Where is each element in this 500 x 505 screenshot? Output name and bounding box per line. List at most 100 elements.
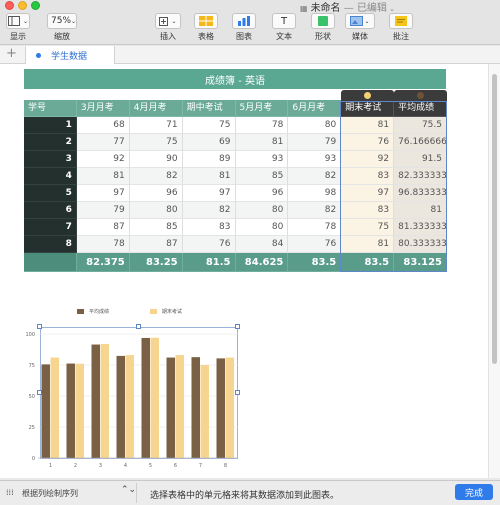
insert-button[interactable]: ⌄ 插入 bbox=[155, 13, 181, 42]
x-tick-label: 7 bbox=[199, 463, 202, 469]
table-cell[interactable]: 80 bbox=[129, 202, 183, 219]
table-cell[interactable]: 79 bbox=[288, 134, 342, 151]
tab-sheet-1[interactable]: 学生数据 bbox=[25, 46, 115, 64]
bar-final bbox=[150, 337, 159, 458]
table-cell[interactable]: 81 bbox=[76, 168, 130, 185]
column-header[interactable]: 5月月考 bbox=[235, 100, 289, 117]
table-cell[interactable]: 78 bbox=[235, 117, 289, 134]
sidebar-icon[interactable]: ⌄ bbox=[6, 13, 30, 29]
table-cell[interactable]: 89 bbox=[182, 151, 236, 168]
table-button[interactable]: 表格 bbox=[194, 13, 218, 42]
column-header[interactable]: 4月月考 bbox=[129, 100, 183, 117]
zoom-window-button[interactable] bbox=[31, 1, 40, 10]
bar-final bbox=[100, 343, 109, 458]
series-mode-label[interactable]: 根据列绘制序列 bbox=[22, 488, 78, 499]
footer-cell[interactable]: 83.25 bbox=[129, 253, 183, 272]
table-cell[interactable]: 81 bbox=[235, 134, 289, 151]
table-cell[interactable]: 76 bbox=[182, 236, 236, 253]
footer-cell[interactable]: 81.5 bbox=[182, 253, 236, 272]
table-cell[interactable]: 90 bbox=[129, 151, 183, 168]
table-cell[interactable]: 78 bbox=[288, 219, 342, 236]
comment-icon bbox=[389, 13, 413, 29]
zoom-control[interactable]: 75% ⌄ 缩放 bbox=[47, 13, 77, 42]
zoom-select[interactable]: 75% ⌄ bbox=[47, 13, 77, 29]
table-cell[interactable]: 87 bbox=[129, 236, 183, 253]
row-header-cell[interactable]: 1 bbox=[24, 117, 77, 134]
table-cell[interactable]: 93 bbox=[235, 151, 289, 168]
row-header-cell[interactable]: 5 bbox=[24, 185, 77, 202]
column-handle-final-exam[interactable] bbox=[341, 90, 394, 101]
done-button[interactable]: 完成 bbox=[455, 484, 493, 500]
footer-cell[interactable]: 84.625 bbox=[235, 253, 289, 272]
table-cell[interactable]: 79 bbox=[76, 202, 130, 219]
table-cell[interactable]: 83 bbox=[182, 219, 236, 236]
sheet-tabs-bar: + 学生数据 bbox=[0, 46, 500, 64]
minimize-window-button[interactable] bbox=[18, 1, 27, 10]
y-tick-label: 75 bbox=[29, 363, 35, 369]
table-cell[interactable]: 80 bbox=[235, 219, 289, 236]
close-window-button[interactable] bbox=[5, 1, 14, 10]
table-cell[interactable]: 87 bbox=[76, 219, 130, 236]
table-cell[interactable]: 80 bbox=[288, 117, 342, 134]
shape-button[interactable]: 形状 bbox=[311, 13, 335, 42]
table-cell[interactable]: 85 bbox=[129, 219, 183, 236]
column-header[interactable]: 期中考试 bbox=[182, 100, 236, 117]
column-header[interactable]: 3月月考 bbox=[76, 100, 130, 117]
chevron-updown-icon[interactable]: ⌃⌄ bbox=[121, 485, 136, 495]
row-header-cell[interactable]: 4 bbox=[24, 168, 77, 185]
bar-final bbox=[200, 365, 209, 458]
table-cell[interactable]: 77 bbox=[76, 134, 130, 151]
table-cell[interactable]: 98 bbox=[288, 185, 342, 202]
table-cell[interactable]: 92 bbox=[76, 151, 130, 168]
bar-chart[interactable]: 平均成绩 期末考试 100 75 50 25 0 1 2 3 4 5 6 7 8 bbox=[20, 296, 245, 476]
table-cell[interactable]: 85 bbox=[235, 168, 289, 185]
column-header[interactable]: 6月月考 bbox=[288, 100, 342, 117]
comment-button[interactable]: 批注 bbox=[389, 13, 413, 42]
row-header-cell[interactable]: 3 bbox=[24, 151, 77, 168]
table-cell[interactable]: 93 bbox=[288, 151, 342, 168]
table-cell[interactable]: 82 bbox=[129, 168, 183, 185]
table-cell[interactable]: 71 bbox=[129, 117, 183, 134]
footer-cell[interactable]: 82.375 bbox=[76, 253, 130, 272]
bar-average bbox=[166, 357, 175, 458]
table-cell[interactable]: 75 bbox=[129, 134, 183, 151]
row-header-cell[interactable]: 6 bbox=[24, 202, 77, 219]
scrollbar-thumb[interactable] bbox=[492, 74, 497, 364]
bar-average bbox=[216, 358, 225, 458]
table-cell[interactable]: 97 bbox=[182, 185, 236, 202]
table-cell[interactable]: 76 bbox=[288, 236, 342, 253]
footer-cell[interactable]: 83.5 bbox=[288, 253, 342, 272]
column-handle-average[interactable] bbox=[394, 90, 447, 101]
table-cell[interactable]: 96 bbox=[235, 185, 289, 202]
table-cell[interactable]: 78 bbox=[76, 236, 130, 253]
table-cell[interactable]: 81 bbox=[182, 168, 236, 185]
table-cell[interactable]: 75 bbox=[182, 117, 236, 134]
bar-final bbox=[75, 363, 84, 458]
view-control[interactable]: ⌄ 显示 bbox=[6, 13, 30, 42]
row-header-cell[interactable]: 2 bbox=[24, 134, 77, 151]
sheet-canvas[interactable]: 成绩簿 - 英语 学号 3月月考 4月月考 期中考试 5月月考 6月月考 期末考试 平均成绩 … bbox=[0, 64, 488, 478]
text-button[interactable]: T 文本 bbox=[272, 13, 296, 42]
vertical-scrollbar[interactable] bbox=[488, 64, 500, 478]
table-cell[interactable]: 96 bbox=[129, 185, 183, 202]
table-cell[interactable]: 82 bbox=[182, 202, 236, 219]
row-header-cell[interactable]: 7 bbox=[24, 219, 77, 236]
y-tick-label: 25 bbox=[29, 425, 35, 431]
table-cell[interactable]: 82 bbox=[288, 202, 342, 219]
table-cell[interactable]: 80 bbox=[235, 202, 289, 219]
table-cell[interactable]: 68 bbox=[76, 117, 130, 134]
table-cell[interactable]: 84 bbox=[235, 236, 289, 253]
y-tick-label: 100 bbox=[25, 332, 35, 338]
table-cell[interactable]: 69 bbox=[182, 134, 236, 151]
add-sheet-button[interactable]: + bbox=[6, 46, 17, 62]
column-header[interactable]: 学号 bbox=[24, 100, 77, 117]
table-cell[interactable]: 82 bbox=[288, 168, 342, 185]
table-cell[interactable]: 97 bbox=[76, 185, 130, 202]
chart-button[interactable]: 图表 bbox=[232, 13, 256, 42]
row-header-cell[interactable]: 8 bbox=[24, 236, 77, 253]
bar-final bbox=[225, 357, 234, 458]
sheet-tab-label: 学生数据 bbox=[51, 51, 88, 62]
series-color-swatch bbox=[364, 92, 371, 99]
media-button[interactable]: ⌄ 媒体 bbox=[345, 13, 375, 42]
footer-cell[interactable] bbox=[24, 253, 77, 272]
